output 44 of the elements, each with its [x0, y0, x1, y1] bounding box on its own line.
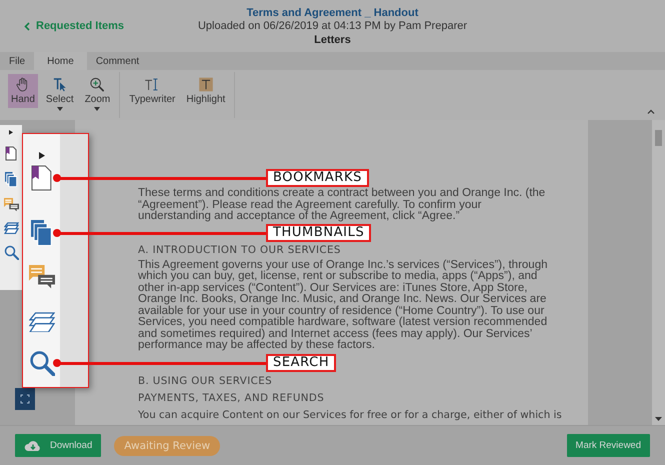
- folder-name: Letters: [314, 34, 351, 46]
- chevron-left-icon: [24, 22, 30, 30]
- paragraph: This Agreement governs your use of Orange Inc.’s services (“Services”), through which you can buy, get, license, rent or subscribe to media, apps (“Apps”), and other in-app services (“Content”). Our Services are: iTunes Store, App Store, Orange Inc. Books, Orange Inc. Music, and Orange Inc. News. Our Services are available for your use in your country of residence (“Home Country”). To use our Services, you need compatible hardware, software (latest version recommended and sometimes required) and Internet access (fees may apply). Our Services’ performance may be affected by these factors.: [138, 260, 548, 352]
- section-heading: B. USING OUR SERVICES: [138, 374, 274, 386]
- caret-down-icon[interactable]: [56, 107, 63, 111]
- download-button[interactable]: Download: [15, 434, 102, 457]
- document-title: Terms and Agreement _ Handout: [246, 6, 418, 18]
- comments-icon[interactable]: [4, 198, 18, 212]
- collapse-caret-icon[interactable]: [647, 109, 655, 114]
- caret-down-icon[interactable]: [94, 107, 100, 111]
- tool-button[interactable]: Typewriter: [126, 74, 178, 108]
- scroll-down-icon[interactable]: [655, 417, 662, 421]
- section-heading: A. INTRODUCTION TO OUR SERVICES: [138, 244, 342, 256]
- cloud-download-icon: [24, 440, 42, 452]
- tool-button[interactable]: Select: [42, 74, 77, 108]
- section-heading: PAYMENTS, TAXES, AND REFUNDS: [138, 392, 326, 404]
- tool-button[interactable]: Zoom: [82, 74, 114, 108]
- paragraph: You can acquire Content on our Services for free or for a charge, either of which is: [138, 408, 563, 420]
- bookmark-page-icon[interactable]: [31, 165, 52, 191]
- scrollbar[interactable]: [652, 120, 665, 425]
- bookmark-page-icon[interactable]: [5, 146, 17, 161]
- mark-reviewed-button[interactable]: Mark Reviewed: [566, 434, 650, 457]
- tool-button[interactable]: Highlight: [183, 74, 228, 108]
- thumbnails-icon[interactable]: [5, 172, 17, 187]
- layers-icon[interactable]: [28, 312, 54, 332]
- upload-info: Uploaded on 06/26/2019 at 04:13 PM by Pam Preparer: [198, 20, 468, 32]
- status-badge: Awaiting Review: [114, 436, 220, 456]
- expand-arrow-icon[interactable]: [38, 152, 44, 160]
- thumbnails-icon[interactable]: [31, 220, 52, 246]
- search-icon[interactable]: [4, 245, 18, 260]
- search-icon[interactable]: [28, 350, 54, 376]
- scrollbar-thumb[interactable]: [655, 130, 662, 146]
- expand-arrow-icon[interactable]: [9, 130, 13, 135]
- ribbon-tab[interactable]: File: [0, 52, 34, 70]
- layers-icon[interactable]: [4, 222, 18, 234]
- paragraph: These terms and conditions create a contract between you and Orange Inc. (the “Agreement”). Please read the Agreement carefully. To confirm your understanding and acceptance of the Agreement, click “Agree.”: [138, 188, 546, 222]
- ribbon-tab[interactable]: Home: [34, 52, 87, 70]
- comments-icon[interactable]: [28, 265, 54, 289]
- fullscreen-button[interactable]: [15, 388, 35, 410]
- ribbon-tab[interactable]: Comment: [86, 52, 148, 70]
- callout-label: THUMBNAILS: [266, 224, 372, 242]
- tool-button[interactable]: Hand: [8, 74, 38, 108]
- callout-label: SEARCH: [266, 354, 336, 372]
- callout-label: BOOKMARKS: [266, 169, 369, 187]
